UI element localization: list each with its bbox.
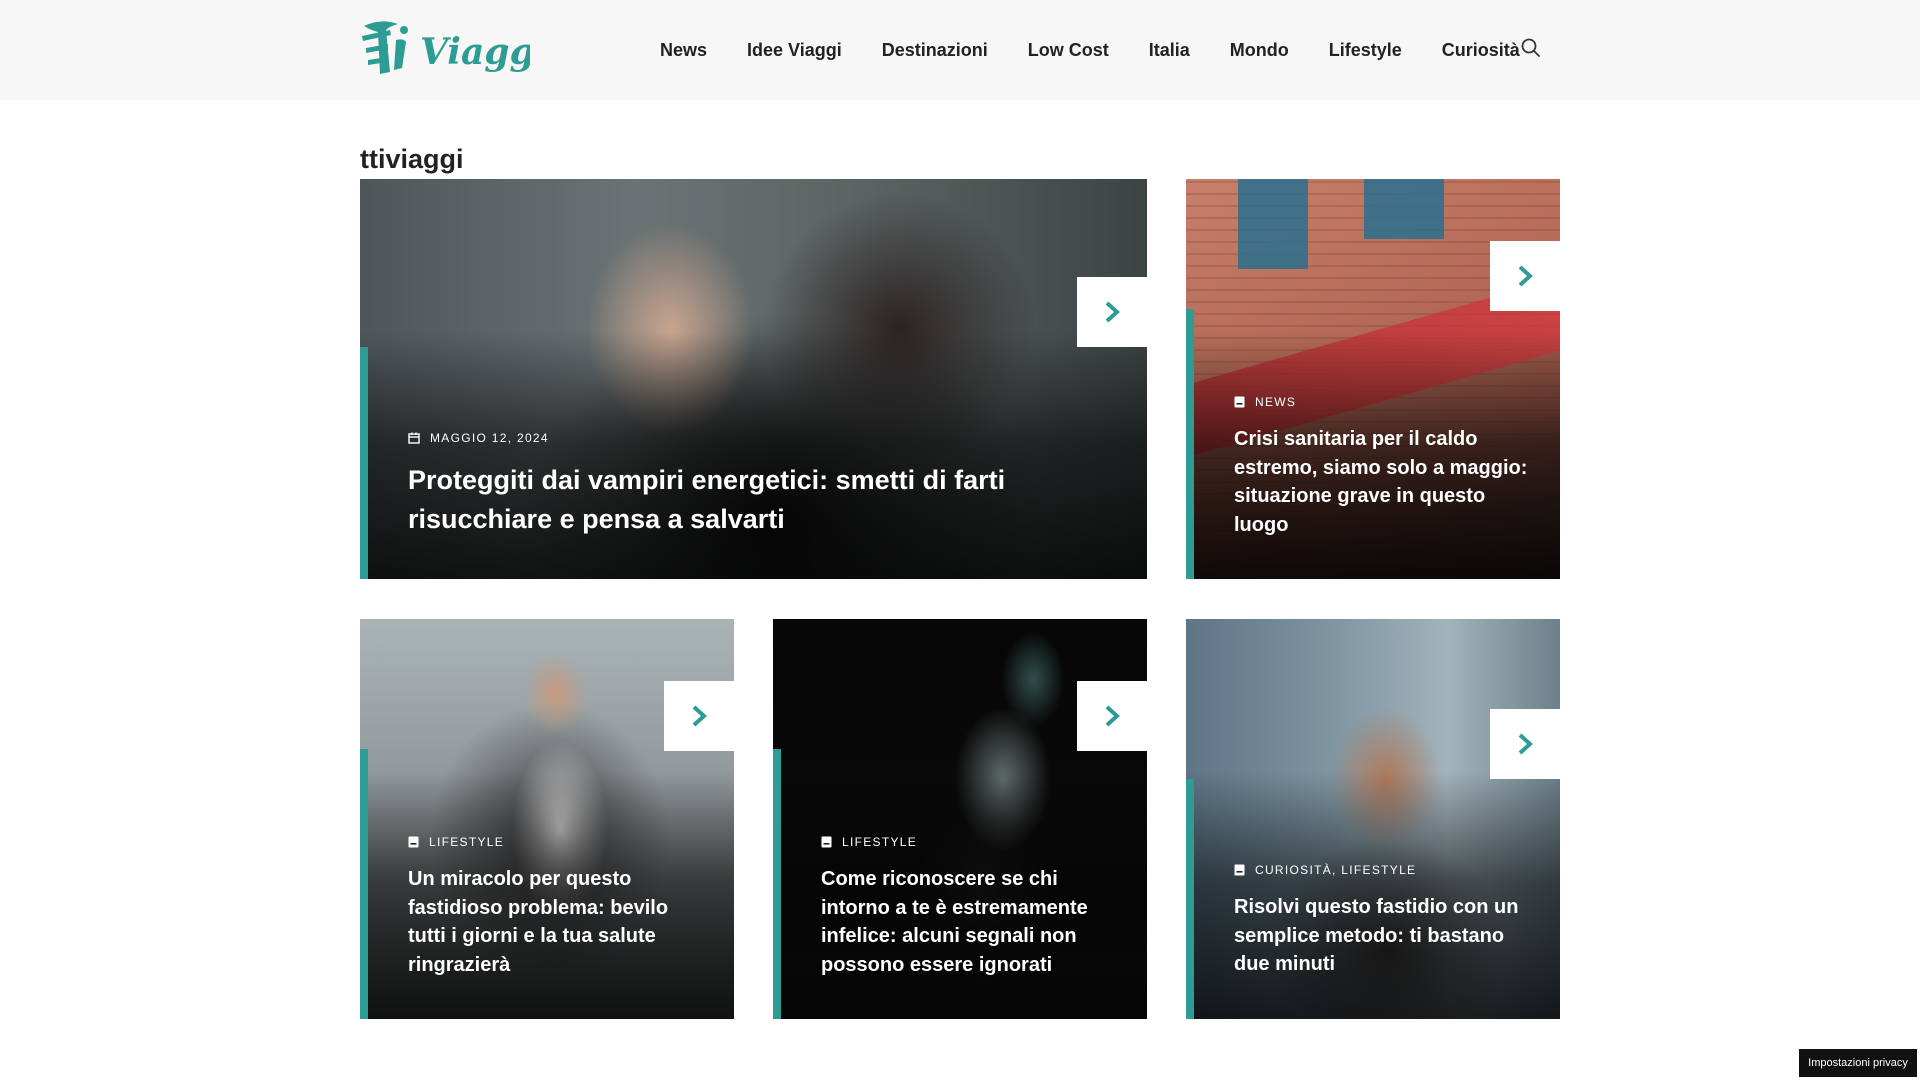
article-title[interactable]: Crisi sanitaria per il caldo estremo, si… [1234,425,1534,539]
open-article-button[interactable] [1490,241,1560,311]
article-title[interactable]: Come riconoscere se chi intorno a te è e… [821,865,1111,979]
article-category: LIFESTYLE [821,835,917,849]
article-title[interactable]: Risolvi questo fastidio con un semplice … [1234,893,1534,979]
article-title[interactable]: Un miracolo per questo fastidioso proble… [408,865,698,979]
folder-icon [821,836,832,848]
window-decor [1364,179,1444,239]
article-date-text: MAGGIO 12, 2024 [430,431,549,445]
article-category-text: LIFESTYLE [429,835,505,849]
featured-article-card[interactable]: MAGGIO 12, 2024 Proteggiti dai vampiri e… [360,179,1147,579]
chevron-right-icon [1105,705,1120,727]
open-article-button[interactable] [1077,277,1147,347]
folder-icon [408,836,419,848]
accent-bar [773,749,781,1019]
open-article-button[interactable] [1077,681,1147,751]
nav-item-idee-viaggi[interactable]: Idee Viaggi [727,40,862,61]
search-button[interactable] [1519,36,1543,60]
nav-item-news[interactable]: News [640,40,727,61]
image-overlay [360,331,1147,579]
search-icon [1521,38,1540,57]
calendar-icon [408,432,420,444]
chevron-right-icon [1518,733,1533,755]
nav-item-low-cost[interactable]: Low Cost [1008,40,1129,61]
window-decor [1238,179,1308,269]
article-title[interactable]: Proteggiti dai vampiri energetici: smett… [408,461,1048,539]
privacy-settings-button[interactable]: Impostazioni privacy [1799,1049,1917,1077]
article-category: CURIOSITÀ, LIFESTYLE [1234,863,1416,877]
article-category: LIFESTYLE [408,835,504,849]
chevron-right-icon [1105,301,1120,323]
open-article-button[interactable] [1490,709,1560,779]
accent-bar [1186,779,1194,1019]
article-card[interactable]: LIFESTYLE Come riconoscere se chi intorn… [773,619,1147,1019]
chevron-right-icon [1518,265,1533,287]
main-nav: News Idee Viaggi Destinazioni Low Cost I… [640,0,1540,100]
site-logo[interactable]: Viaggi [360,16,548,82]
article-category-text: NEWS [1255,395,1297,409]
nav-item-lifestyle[interactable]: Lifestyle [1309,40,1422,61]
accent-bar [1186,309,1194,579]
article-category-text: CURIOSITÀ, LIFESTYLE [1255,863,1417,877]
nav-item-italia[interactable]: Italia [1129,40,1210,61]
accent-bar [360,749,368,1019]
nav-item-destinazioni[interactable]: Destinazioni [862,40,1008,61]
open-article-button[interactable] [664,681,734,751]
page-title: ttiviaggi [360,144,464,174]
logo-graphic: Viaggi [362,21,548,74]
svg-text:Viaggi: Viaggi [420,31,530,73]
folder-icon [1234,396,1245,408]
article-card[interactable]: NEWS Crisi sanitaria per il caldo estrem… [1186,179,1560,579]
article-date: MAGGIO 12, 2024 [408,431,549,445]
chevron-right-icon [692,705,707,727]
article-category-text: LIFESTYLE [842,835,918,849]
article-card[interactable]: CURIOSITÀ, LIFESTYLE Risolvi questo fast… [1186,619,1560,1019]
article-card[interactable]: LIFESTYLE Un miracolo per questo fastidi… [360,619,734,1019]
folder-icon [1234,864,1245,876]
accent-bar [360,347,368,579]
nav-item-mondo[interactable]: Mondo [1210,40,1309,61]
site-header: Viaggi News Idee Viaggi Destinazioni Low… [0,0,1920,100]
article-category: NEWS [1234,395,1296,409]
